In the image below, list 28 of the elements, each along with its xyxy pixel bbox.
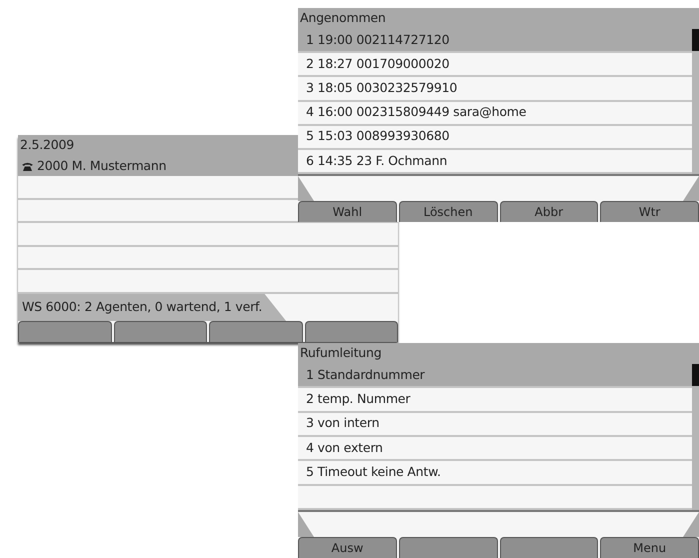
softkey[interactable]: Ausw [298,537,397,558]
list-item[interactable]: 1 19:00 002114727120 [298,29,692,54]
status-text: WS 6000: 2 Agenten, 0 wartend, 1 verf. [18,294,286,321]
display-title: Rufumleitung [298,343,699,364]
softkey[interactable]: Wtr [600,201,699,222]
softkey[interactable] [500,537,598,558]
display-title: Angenommen [298,8,699,29]
list-item[interactable]: 5 15:03 008993930680 [298,126,692,150]
corner-triangle [298,512,314,537]
softkey[interactable]: Löschen [398,201,498,222]
list-item[interactable]: 1 Standardnummer [298,364,692,388]
corner-triangle [683,512,699,537]
softkey[interactable] [18,321,112,342]
extension-label: 2000 M. Mustermann [37,157,166,175]
corner-triangle [683,176,699,201]
softkey[interactable] [304,321,398,342]
softkey[interactable]: Abbr [500,201,598,222]
list-item[interactable]: 4 16:00 002315809449 sara@home [298,102,692,126]
list-item[interactable]: 3 von intern [298,412,692,437]
softkey[interactable] [209,321,302,342]
phone-icon [22,162,33,170]
softkey[interactable] [114,321,207,342]
softkey[interactable]: Wahl [298,201,397,222]
softkey[interactable] [398,537,498,558]
corner-triangle [298,176,314,201]
scrollbar[interactable] [692,364,699,510]
softkey[interactable]: Menu [600,537,699,558]
scrollbar[interactable] [692,29,699,174]
